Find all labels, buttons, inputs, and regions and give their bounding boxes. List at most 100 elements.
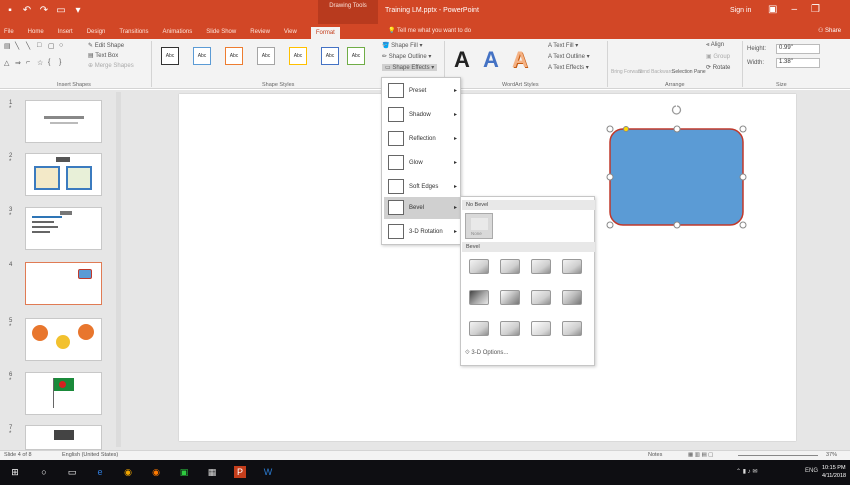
resize-handle[interactable] (739, 125, 747, 133)
bevel-riblet-option[interactable] (500, 321, 520, 336)
shape-fill-button[interactable]: 🪣 Shape Fill ▾ (382, 42, 423, 49)
language-status[interactable]: English (United States) (62, 452, 118, 458)
selection-pane-button[interactable]: Selection Pane (672, 69, 706, 75)
bevel-relaxed-inset-option[interactable] (500, 259, 520, 274)
shape-triangle-icon[interactable]: △ (4, 59, 14, 75)
view-buttons[interactable]: ▦ ▥ ▤ ▢ (688, 452, 713, 458)
shape-style-swatch[interactable]: Abc (257, 47, 275, 65)
menu-item-preset[interactable]: Preset ▸ (384, 80, 460, 102)
slide-thumbnail-5[interactable] (25, 318, 102, 361)
group-button[interactable]: ▣ Group (706, 53, 730, 60)
shape-effects-button[interactable]: ▭ Shape Effects ▾ (382, 64, 438, 71)
wordart-style-orange[interactable]: A (512, 47, 528, 73)
slide-thumbnail-6[interactable] (25, 372, 102, 415)
chrome-icon[interactable]: ◉ (122, 466, 134, 478)
shape-brace-icon[interactable]: } (59, 59, 69, 75)
shapes-gallery[interactable]: ▤ ╲ ╲ □ ▢ ○ △ ⇒ ⌐ ☆ { } (4, 42, 86, 74)
menu-item-shadow[interactable]: Shadow ▸ (384, 104, 460, 126)
resize-handle[interactable] (673, 125, 681, 133)
bevel-hard-edge-option[interactable] (531, 321, 551, 336)
bevel-cool-slant-option[interactable] (562, 259, 582, 274)
app-icon[interactable]: ▣ (178, 466, 190, 478)
resize-handle[interactable] (606, 173, 614, 181)
start-from-beginning-icon[interactable]: ▭ (55, 5, 67, 17)
shape-style-swatch[interactable]: Abc (347, 47, 365, 65)
shape-rectangle-icon[interactable]: □ (37, 42, 47, 58)
menu-item-glow[interactable]: Glow ▸ (384, 152, 460, 174)
shape-style-swatch[interactable]: Abc (289, 47, 307, 65)
sign-in-link[interactable]: Sign in (730, 7, 751, 14)
clock[interactable]: 10:15 PM 4/11/2018 (822, 464, 846, 480)
firefox-icon[interactable]: ◉ (150, 466, 162, 478)
tab-format[interactable]: Format (310, 26, 340, 39)
text-fill-button[interactable]: A Text Fill ▾ (548, 42, 578, 49)
shape-style-swatch[interactable]: Abc (321, 47, 339, 65)
resize-handle[interactable] (739, 173, 747, 181)
customize-qat-icon[interactable]: ▾ (72, 5, 84, 17)
tab-review[interactable]: Review (250, 29, 270, 35)
slide-thumbnail-7[interactable] (25, 425, 102, 450)
share-button[interactable]: ⚇ Share (818, 27, 841, 34)
resize-handle[interactable] (739, 221, 747, 229)
menu-item-reflection[interactable]: Reflection ▸ (384, 128, 460, 150)
bevel-slope-option[interactable] (562, 290, 582, 305)
minimize-icon[interactable]: – (791, 4, 797, 15)
text-outline-button[interactable]: A Text Outline ▾ (548, 53, 590, 60)
shape-oval-icon[interactable]: ○ (59, 42, 69, 58)
shape-outline-button[interactable]: ✏ Shape Outline ▾ (382, 53, 431, 60)
menu-item-soft-edges[interactable]: Soft Edges ▸ (384, 176, 460, 198)
tab-view[interactable]: View (284, 29, 297, 35)
bevel-cross-option[interactable] (531, 259, 551, 274)
send-backward-button[interactable]: Send Backward (638, 69, 673, 75)
save-icon[interactable]: ▪ (4, 5, 16, 17)
store-icon[interactable]: ▦ (206, 466, 218, 478)
edit-shape-button[interactable]: ✎ Edit Shape (88, 42, 124, 49)
shape-style-swatch[interactable]: Abc (161, 47, 179, 65)
slide-thumbnail-4-selected[interactable] (25, 262, 102, 305)
tab-file[interactable]: File (4, 29, 14, 35)
3d-options-button[interactable]: ⟐ 3-D Options... (465, 350, 508, 357)
shape-star-icon[interactable]: ☆ (37, 59, 47, 75)
bevel-art-deco-option[interactable] (562, 321, 582, 336)
ribbon-display-options-icon[interactable]: ▣ (768, 4, 777, 15)
resize-handle[interactable] (673, 221, 681, 229)
undo-icon[interactable]: ↶ (21, 5, 33, 17)
text-effects-button[interactable]: A Text Effects ▾ (548, 64, 589, 71)
shape-line-icon[interactable]: ╲ (26, 42, 36, 58)
menu-item-3d-rotation[interactable]: 3-D Rotation ▸ (384, 221, 460, 243)
tab-home[interactable]: Home (28, 29, 44, 35)
bevel-convex-option[interactable] (531, 290, 551, 305)
wordart-style-blue[interactable]: A (483, 47, 499, 73)
bevel-divot-option[interactable] (469, 321, 489, 336)
bevel-soft-round-option[interactable] (500, 290, 520, 305)
resize-handle[interactable] (606, 221, 614, 229)
powerpoint-taskbar-icon[interactable]: P (234, 466, 246, 478)
rounded-rectangle-shape[interactable] (609, 128, 744, 226)
redo-icon[interactable]: ↷ (38, 5, 50, 17)
rotate-button[interactable]: ⟳ Rotate (706, 64, 730, 71)
text-box-button[interactable]: ▤ Text Box (88, 52, 118, 59)
tab-design[interactable]: Design (87, 29, 106, 35)
search-icon[interactable]: ○ (38, 466, 50, 478)
windows-start-icon[interactable]: ⊞ (9, 466, 21, 478)
tab-slide-show[interactable]: Slide Show (206, 29, 236, 35)
merge-shapes-button[interactable]: ⊕ Merge Shapes (88, 62, 134, 69)
notes-button[interactable]: Notes (648, 452, 662, 458)
shape-arrow-icon[interactable]: ⇒ (15, 59, 25, 75)
menu-item-bevel[interactable]: Bevel ▸ (384, 197, 460, 219)
task-view-icon[interactable]: ▭ (66, 466, 78, 478)
align-button[interactable]: ⫷ Align (706, 42, 724, 49)
shape-style-swatch[interactable]: Abc (225, 47, 243, 65)
shape-text-box-icon[interactable]: ▤ (4, 42, 14, 58)
zoom-slider[interactable] (738, 455, 818, 456)
system-tray-icons[interactable]: ⌃ ▮ ♪ ✉ (736, 468, 757, 475)
wordart-style-black[interactable]: A (454, 47, 470, 73)
no-bevel-option[interactable]: None (465, 213, 493, 239)
shape-style-swatch[interactable]: Abc (193, 47, 211, 65)
word-taskbar-icon[interactable]: W (262, 466, 274, 478)
bevel-angle-option[interactable] (469, 290, 489, 305)
slide-thumbnail-1[interactable] (25, 100, 102, 143)
shape-rounded-rect-icon[interactable]: ▢ (48, 42, 58, 58)
resize-handle[interactable] (606, 125, 614, 133)
maximize-icon[interactable]: ❐ (811, 4, 820, 15)
